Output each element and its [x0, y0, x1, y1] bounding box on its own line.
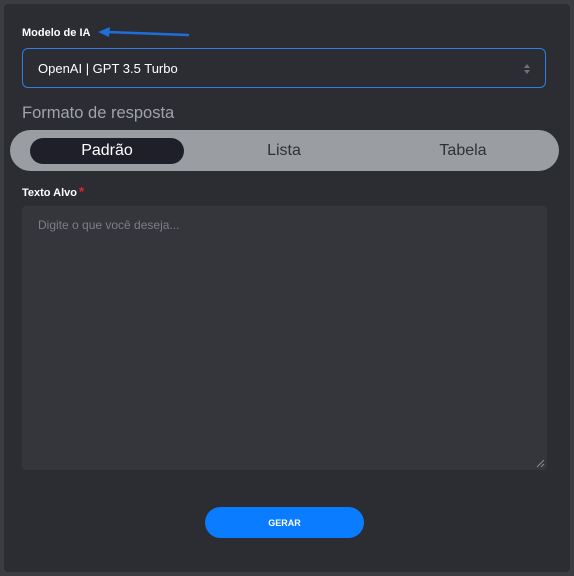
- target-label-text: Texto Alvo: [22, 187, 78, 199]
- tab-lista[interactable]: Lista: [210, 138, 358, 164]
- required-asterisk: *: [79, 184, 85, 199]
- resize-grip-icon[interactable]: [536, 459, 545, 468]
- tab-padrao[interactable]: Padrão: [30, 138, 184, 164]
- format-title: Formato de resposta: [22, 104, 175, 122]
- tab-tabela[interactable]: Tabela: [388, 138, 538, 164]
- model-label: Modelo de IA: [22, 27, 91, 39]
- annotation-arrow-icon: [98, 27, 190, 37]
- select-arrows-icon: [524, 64, 530, 74]
- model-select[interactable]: OpenAI | GPT 3.5 Turbo: [22, 48, 546, 88]
- format-tabs: Padrão Lista Tabela: [10, 130, 559, 171]
- target-label: Texto Alvo *: [22, 184, 84, 199]
- target-textarea[interactable]: [22, 206, 547, 470]
- generate-button[interactable]: GERAR: [205, 507, 364, 538]
- model-select-value: OpenAI | GPT 3.5 Turbo: [38, 60, 178, 76]
